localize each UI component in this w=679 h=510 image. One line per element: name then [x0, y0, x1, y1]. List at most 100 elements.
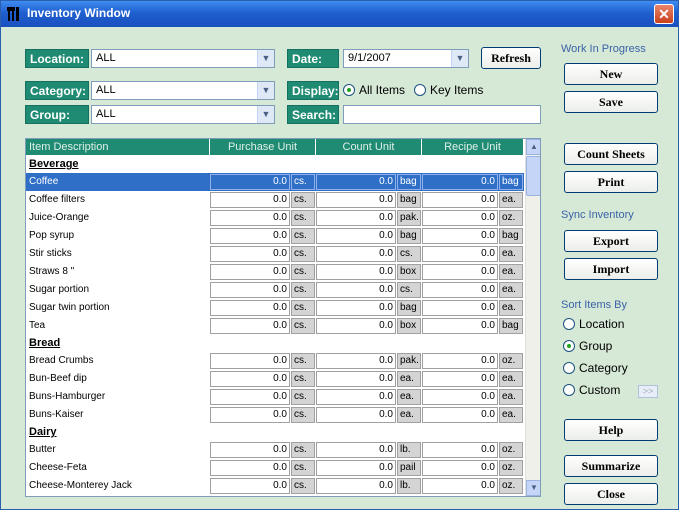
purchase-qty-input[interactable]: 0.0 [210, 353, 290, 369]
print-button[interactable]: Print [564, 171, 658, 193]
location-select[interactable]: ALL ▼ [91, 49, 275, 68]
table-row[interactable]: Bread Crumbs 0.0 cs. 0.0 pak. 0.0 oz. [26, 352, 524, 370]
sort-custom-radio[interactable]: Custom [563, 383, 620, 397]
recipe-qty-input[interactable]: 0.0 [422, 478, 498, 494]
display-key-items-radio[interactable]: Key Items [414, 83, 483, 97]
recipe-qty-input[interactable]: 0.0 [422, 264, 498, 280]
table-row[interactable]: Sugar portion 0.0 cs. 0.0 cs. 0.0 ea. [26, 281, 524, 299]
recipe-qty-input[interactable]: 0.0 [422, 442, 498, 458]
recipe-qty-input[interactable]: 0.0 [422, 192, 498, 208]
count-qty-input[interactable]: 0.0 [316, 442, 396, 458]
table-row[interactable]: Pop syrup 0.0 cs. 0.0 bag 0.0 bag [26, 227, 524, 245]
custom-sort-more-button[interactable]: >> [638, 385, 658, 398]
table-row[interactable]: Stir sticks 0.0 cs. 0.0 cs. 0.0 ea. [26, 245, 524, 263]
scroll-up-icon[interactable]: ▲ [526, 139, 540, 155]
table-row[interactable]: Coffee filters 0.0 cs. 0.0 bag 0.0 ea. [26, 191, 524, 209]
recipe-qty-input[interactable]: 0.0 [422, 210, 498, 226]
table-row[interactable]: Cheese-Monterey Jack 0.0 cs. 0.0 lb. 0.0 oz. [26, 477, 524, 495]
chevron-down-icon[interactable]: ▼ [257, 106, 274, 123]
purchase-qty-input[interactable]: 0.0 [210, 318, 290, 334]
purchase-qty-input[interactable]: 0.0 [210, 264, 290, 280]
purchase-qty-input[interactable]: 0.0 [210, 174, 290, 190]
table-row[interactable]: Tea 0.0 cs. 0.0 box 0.0 bag [26, 317, 524, 335]
recipe-qty-input[interactable]: 0.0 [422, 246, 498, 262]
display-all-items-radio[interactable]: All Items [343, 83, 405, 97]
table-row[interactable]: Straws 8 " 0.0 cs. 0.0 box 0.0 ea. [26, 263, 524, 281]
count-qty-input[interactable]: 0.0 [316, 389, 396, 405]
purchase-qty-input[interactable]: 0.0 [210, 228, 290, 244]
chevron-down-icon[interactable]: ▼ [451, 50, 468, 67]
purchase-qty-input[interactable]: 0.0 [210, 246, 290, 262]
group-select[interactable]: ALL ▼ [91, 105, 275, 124]
export-button[interactable]: Export [564, 230, 658, 252]
purchase-qty-input[interactable]: 0.0 [210, 460, 290, 476]
count-qty-input[interactable]: 0.0 [316, 407, 396, 423]
close-window-button[interactable]: ✕ [654, 4, 674, 24]
count-qty-input[interactable]: 0.0 [316, 460, 396, 476]
header-count-unit[interactable]: Count Unit [316, 139, 422, 155]
recipe-qty-input[interactable]: 0.0 [422, 371, 498, 387]
count-qty-input[interactable]: 0.0 [316, 318, 396, 334]
count-qty-input[interactable]: 0.0 [316, 371, 396, 387]
sort-location-radio[interactable]: Location [563, 317, 624, 331]
scroll-thumb[interactable] [526, 156, 540, 196]
table-row[interactable]: Coffee 0.0 cs. 0.0 bag 0.0 bag [26, 173, 524, 191]
count-qty-input[interactable]: 0.0 [316, 478, 396, 494]
date-select[interactable]: 9/1/2007 ▼ [343, 49, 469, 68]
header-purchase-unit[interactable]: Purchase Unit [210, 139, 316, 155]
recipe-qty-input[interactable]: 0.0 [422, 389, 498, 405]
count-qty-input[interactable]: 0.0 [316, 353, 396, 369]
recipe-qty-input[interactable]: 0.0 [422, 407, 498, 423]
table-row[interactable]: Bun-Beef dip 0.0 cs. 0.0 ea. 0.0 ea. [26, 370, 524, 388]
recipe-qty-input[interactable]: 0.0 [422, 174, 498, 190]
header-recipe-unit[interactable]: Recipe Unit [422, 139, 524, 155]
table-row[interactable]: Buns-Hamburger 0.0 cs. 0.0 ea. 0.0 ea. [26, 388, 524, 406]
header-item-description[interactable]: Item Description [26, 139, 210, 155]
vertical-scrollbar[interactable]: ▲ ▼ [525, 139, 540, 496]
table-row[interactable]: Cheese-Feta 0.0 cs. 0.0 pail 0.0 oz. [26, 459, 524, 477]
recipe-qty-input[interactable]: 0.0 [422, 460, 498, 476]
table-row[interactable]: Butter 0.0 cs. 0.0 lb. 0.0 oz. [26, 441, 524, 459]
sort-group-radio[interactable]: Group [563, 339, 612, 353]
purchase-qty-input[interactable]: 0.0 [210, 192, 290, 208]
refresh-button[interactable]: Refresh [481, 47, 541, 69]
recipe-qty-input[interactable]: 0.0 [422, 300, 498, 316]
recipe-qty-input[interactable]: 0.0 [422, 282, 498, 298]
count-qty-input[interactable]: 0.0 [316, 300, 396, 316]
purchase-qty-input[interactable]: 0.0 [210, 407, 290, 423]
purchase-qty-input[interactable]: 0.0 [210, 300, 290, 316]
count-sheets-button[interactable]: Count Sheets [564, 143, 658, 165]
recipe-qty-input[interactable]: 0.0 [422, 353, 498, 369]
count-qty-input[interactable]: 0.0 [316, 246, 396, 262]
table-row[interactable]: Juice-Orange 0.0 cs. 0.0 pak. 0.0 oz. [26, 209, 524, 227]
sort-category-radio[interactable]: Category [563, 361, 628, 375]
chevron-down-icon[interactable]: ▼ [257, 50, 274, 67]
purchase-qty-input[interactable]: 0.0 [210, 389, 290, 405]
category-select[interactable]: ALL ▼ [91, 81, 275, 100]
purchase-qty-input[interactable]: 0.0 [210, 210, 290, 226]
chevron-down-icon[interactable]: ▼ [257, 82, 274, 99]
close-button[interactable]: Close [564, 483, 658, 505]
count-qty-input[interactable]: 0.0 [316, 264, 396, 280]
purchase-qty-input[interactable]: 0.0 [210, 282, 290, 298]
count-qty-input[interactable]: 0.0 [316, 228, 396, 244]
recipe-qty-input[interactable]: 0.0 [422, 228, 498, 244]
purchase-qty-input[interactable]: 0.0 [210, 478, 290, 494]
summarize-button[interactable]: Summarize [564, 455, 658, 477]
count-qty-input[interactable]: 0.0 [316, 174, 396, 190]
search-input[interactable] [343, 105, 541, 124]
count-qty-input[interactable]: 0.0 [316, 210, 396, 226]
count-qty-input[interactable]: 0.0 [316, 192, 396, 208]
purchase-qty-input[interactable]: 0.0 [210, 371, 290, 387]
new-button[interactable]: New [564, 63, 658, 85]
save-button[interactable]: Save [564, 91, 658, 113]
count-qty-input[interactable]: 0.0 [316, 282, 396, 298]
purchase-qty-input[interactable]: 0.0 [210, 442, 290, 458]
help-button[interactable]: Help [564, 419, 658, 441]
sort-items-by-label: Sort Items By [561, 299, 628, 311]
table-row[interactable]: Buns-Kaiser 0.0 cs. 0.0 ea. 0.0 ea. [26, 406, 524, 424]
recipe-qty-input[interactable]: 0.0 [422, 318, 498, 334]
import-button[interactable]: Import [564, 258, 658, 280]
scroll-down-icon[interactable]: ▼ [526, 480, 540, 496]
table-row[interactable]: Sugar twin portion 0.0 cs. 0.0 bag 0.0 ea. [26, 299, 524, 317]
